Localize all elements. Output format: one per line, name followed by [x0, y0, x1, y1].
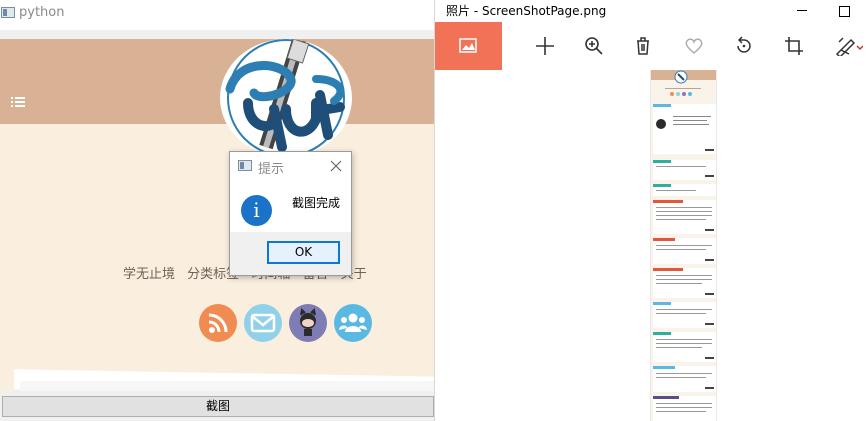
edit-icon[interactable] — [823, 22, 866, 70]
photos-titlebar: 照片 - ScreenShotPage.png — [435, 0, 866, 22]
dialog-body: i 截图完成 — [230, 182, 351, 232]
close-icon[interactable] — [329, 158, 343, 172]
python-window-icon — [1, 7, 15, 18]
dialog-titlebar: 提示 — [230, 152, 351, 182]
screenshot-preview-image[interactable] — [650, 70, 717, 421]
photo-viewer — [435, 70, 866, 421]
info-icon: i — [241, 195, 272, 226]
python-window-icon — [238, 160, 252, 171]
window-title: python — [19, 5, 65, 20]
mail-icon[interactable] — [244, 304, 282, 342]
dialog-message: 截图完成 — [292, 196, 341, 210]
dialog-footer: OK — [230, 232, 351, 275]
group-icon[interactable] — [334, 304, 372, 342]
crop-icon[interactable] — [772, 22, 816, 70]
hamburger-menu-icon[interactable] — [11, 97, 25, 108]
info-dialog: 提示 i 截图完成 OK — [229, 151, 352, 276]
python-window: python 学无止境 分类标签 关于 截图 — [0, 0, 434, 421]
rss-icon[interactable] — [199, 304, 237, 342]
nav-link-study[interactable]: 学无止境 — [123, 267, 175, 282]
photos-toolbar — [435, 22, 866, 70]
ok-button[interactable]: OK — [267, 241, 340, 264]
delete-icon[interactable] — [621, 22, 665, 70]
dialog-title: 提示 — [258, 162, 285, 177]
favorite-icon[interactable] — [672, 22, 716, 70]
photos-window: 照片 - ScreenShotPage.png — [434, 0, 866, 421]
minimize-icon[interactable] — [787, 0, 817, 22]
rotate-icon[interactable] — [722, 22, 766, 70]
photos-window-title: 照片 - ScreenShotPage.png — [446, 4, 607, 18]
github-octocat-icon[interactable] — [289, 304, 327, 342]
zoom-in-icon[interactable] — [572, 22, 616, 70]
window-titlebar: python — [0, 0, 434, 30]
site-logo[interactable] — [220, 39, 352, 157]
content-card-edge — [20, 381, 434, 391]
gallery-icon[interactable] — [435, 22, 502, 70]
maximize-icon[interactable] — [831, 0, 861, 22]
web-view: 学无止境 分类标签 时间轴 留言 关于 — [0, 39, 434, 391]
screenshot-button[interactable]: 截图 — [2, 396, 434, 417]
site-header — [0, 39, 434, 124]
add-icon[interactable] — [523, 22, 567, 70]
